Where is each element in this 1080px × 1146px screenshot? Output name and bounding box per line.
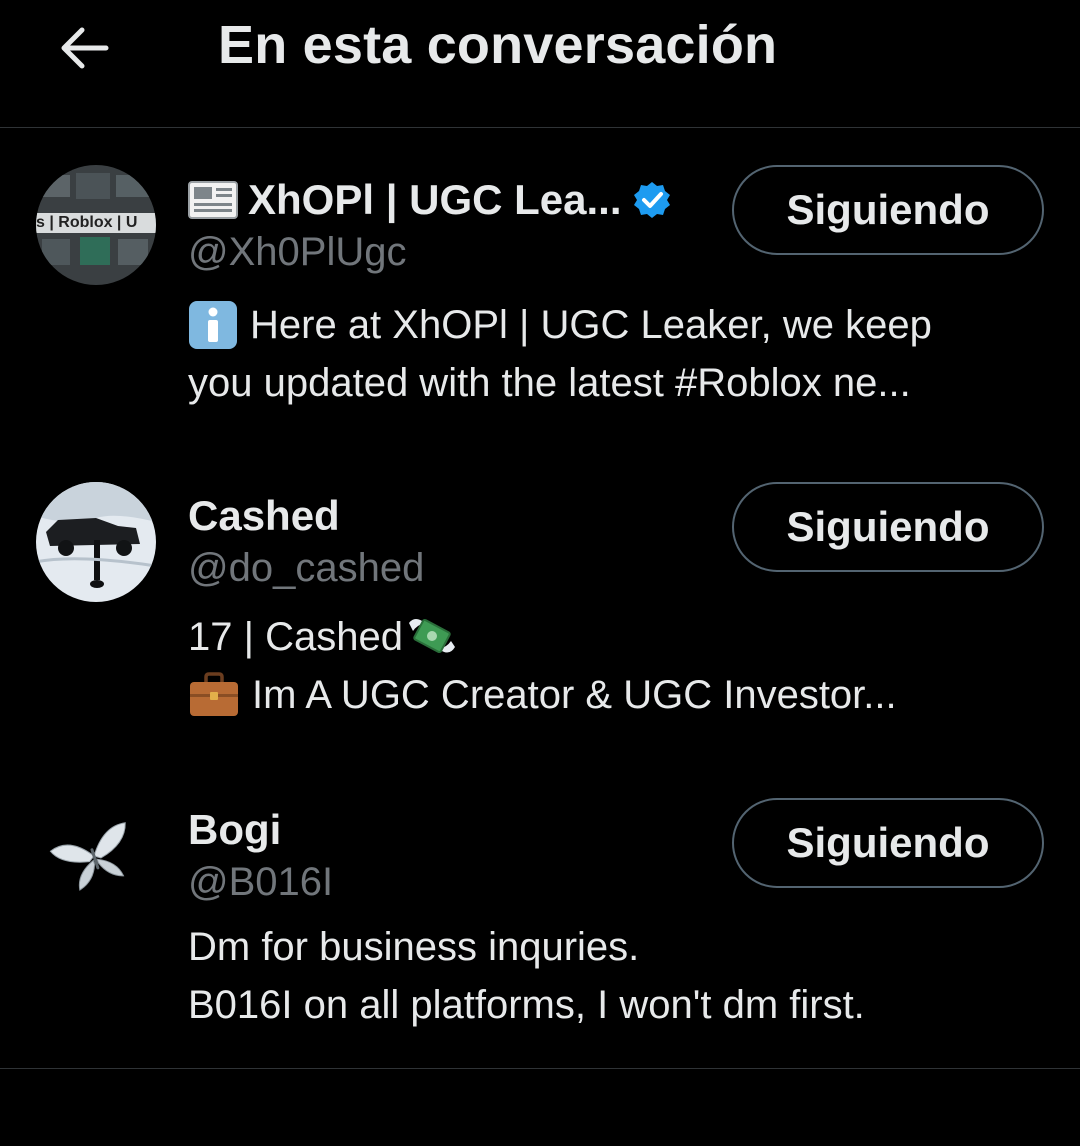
bio-text: Dm for business inquries. — [188, 925, 640, 969]
bio-text: you updated with the latest #Roblox ne..… — [188, 361, 911, 405]
newspaper-icon — [188, 180, 238, 220]
avatar[interactable] — [36, 482, 156, 602]
handle[interactable]: @B016I — [188, 860, 333, 905]
user-cell-do-cashed[interactable]: Cashed @do_cashed 17 | Cashed Im A UGC C… — [0, 458, 1080, 758]
bio-text: B016I on all platforms, I won't dm first… — [188, 983, 865, 1027]
arrow-left-icon — [61, 27, 109, 69]
avatar-banner-text: s | Roblox | U — [36, 214, 138, 231]
user-cell-xh0plugc[interactable]: s | Roblox | U XhOPl | UGC Lea... @Xh0Pl… — [0, 128, 1080, 458]
bio-line: Dm for business inquries. — [188, 918, 1048, 976]
bio-line: Here at XhOPl | UGC Leaker, we keep — [188, 296, 1048, 354]
bio-text: Here at XhOPl | UGC Leaker, we keep — [250, 303, 932, 347]
display-name[interactable]: Bogi — [188, 806, 281, 854]
bio: 17 | Cashed Im A UGC Creator & UGC Inves… — [188, 608, 1048, 724]
information-icon — [188, 300, 238, 350]
handle[interactable]: @do_cashed — [188, 546, 424, 591]
bio-line: B016I on all platforms, I won't dm first… — [188, 976, 1048, 1034]
following-button[interactable]: Siguiendo — [732, 798, 1044, 888]
back-button[interactable] — [54, 18, 114, 78]
display-name[interactable]: Cashed — [188, 492, 340, 540]
bio-text: Im A UGC Creator & UGC Investor... — [252, 673, 897, 717]
following-button[interactable]: Siguiendo — [732, 482, 1044, 572]
handle[interactable]: @Xh0PlUgc — [188, 230, 406, 275]
avatar[interactable] — [36, 798, 156, 918]
header-bar: En esta conversación — [0, 0, 1080, 128]
name-line: XhOPl | UGC Lea... — [188, 176, 672, 224]
following-button[interactable]: Siguiendo — [732, 165, 1044, 255]
bio-line: you updated with the latest #Roblox ne..… — [188, 354, 1048, 412]
bio-text: 17 | Cashed — [188, 615, 403, 659]
user-cell-b016i[interactable]: Bogi @B016I Dm for business inquries. B0… — [0, 758, 1080, 1068]
bio: Here at XhOPl | UGC Leaker, we keep you … — [188, 296, 1048, 412]
name-line: Cashed — [188, 492, 340, 540]
divider — [0, 1068, 1080, 1069]
bio-line: Im A UGC Creator & UGC Investor... — [188, 666, 1048, 724]
verified-badge-icon — [632, 180, 672, 220]
display-name[interactable]: XhOPl | UGC Lea... — [248, 176, 622, 224]
name-line: Bogi — [188, 806, 281, 854]
bio-line: 17 | Cashed — [188, 608, 1048, 666]
briefcase-icon — [188, 672, 240, 718]
page-title: En esta conversación — [218, 15, 778, 75]
avatar[interactable]: s | Roblox | U — [36, 165, 156, 285]
money-with-wings-icon — [405, 613, 459, 661]
bio: Dm for business inquries. B016I on all p… — [188, 918, 1048, 1034]
